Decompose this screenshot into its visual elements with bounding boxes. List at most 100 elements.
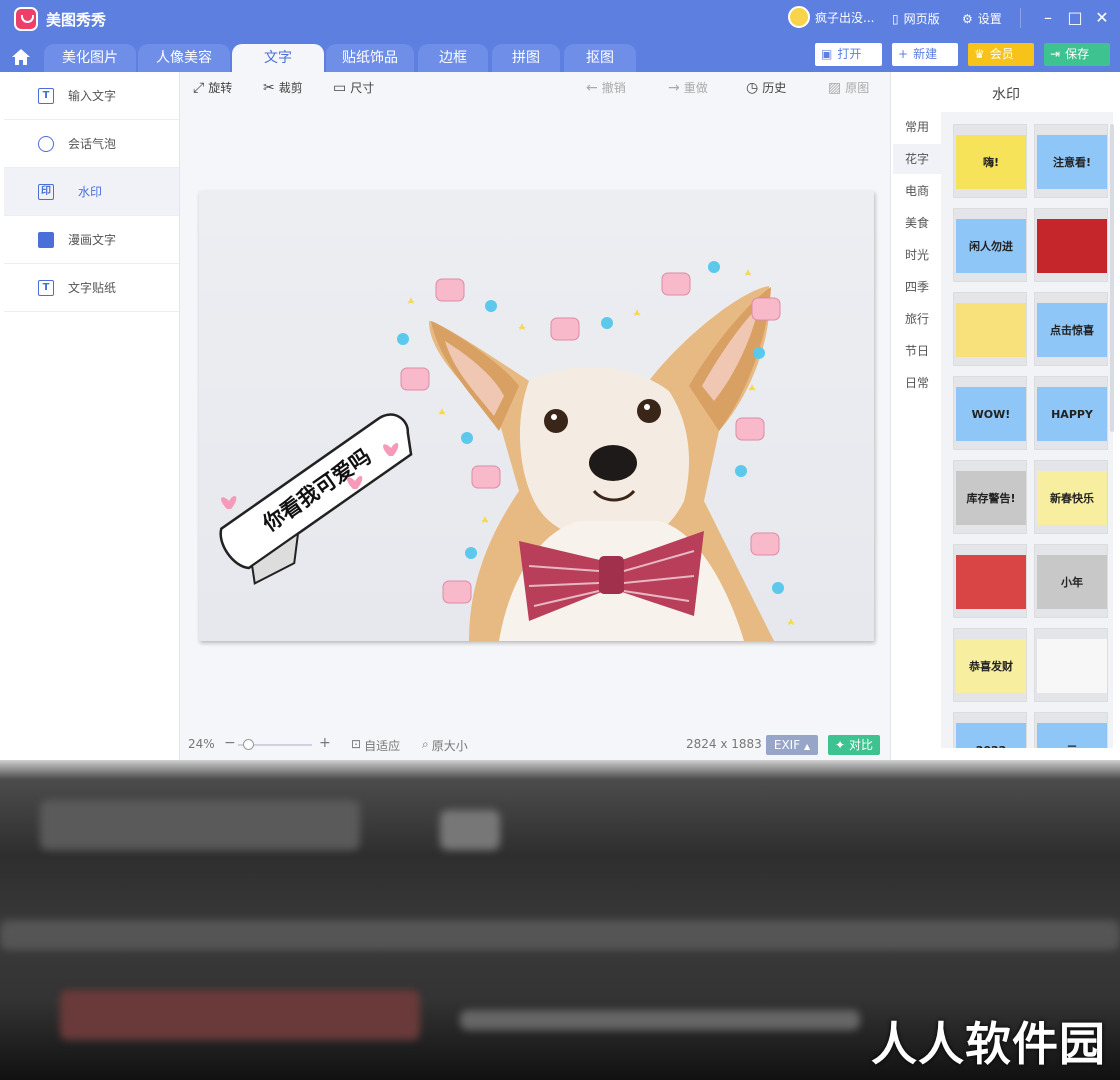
fit-button[interactable]: ⊡ 自适应 xyxy=(351,737,400,754)
watermark-thumbnail[interactable]: 元 xyxy=(1034,712,1108,748)
thumbnail-preview: 库存警告! xyxy=(956,471,1026,525)
watermark-thumbnail[interactable]: WOW! xyxy=(953,376,1027,450)
thumbnail-preview xyxy=(956,303,1026,357)
watermark-thumbnail[interactable]: HAPPY xyxy=(1034,376,1108,450)
zoom-out-icon[interactable]: − xyxy=(224,735,236,751)
app-window: 美图秀秀 疯子出没... ▯ 网页版 ⚙ 设置 – □ ✕ 美化图片 人像美容 … xyxy=(0,0,1120,760)
new-button[interactable]: + 新建 xyxy=(892,43,958,66)
zoom-slider-handle[interactable] xyxy=(243,739,254,750)
watermark-thumbnail[interactable]: 注意看! xyxy=(1034,124,1108,198)
phone-icon: ▯ xyxy=(892,11,899,26)
title-bar: 美图秀秀 疯子出没... ▯ 网页版 ⚙ 设置 – □ ✕ xyxy=(0,0,1120,38)
maximize-icon[interactable]: □ xyxy=(1067,10,1083,26)
size-button[interactable]: ▭ 尺寸 xyxy=(333,79,374,96)
category-food[interactable]: 美食 xyxy=(893,208,941,238)
sidebar-item-text-sticker[interactable]: T 文字贴纸 xyxy=(4,264,179,312)
zoom-in-icon[interactable]: + xyxy=(319,735,331,751)
export-icon: ⇥ xyxy=(1050,47,1061,61)
web-version-label: 网页版 xyxy=(903,12,940,26)
sidebar-item-label: 会话气泡 xyxy=(68,137,117,151)
sidebar-item-label: 文字贴纸 xyxy=(68,281,117,295)
app-logo-icon xyxy=(14,7,38,31)
watermark-thumbnail[interactable]: 嗨! xyxy=(953,124,1027,198)
thumbnail-preview: 元 xyxy=(1037,723,1107,748)
thumbnail-preview: WOW! xyxy=(956,387,1026,441)
actual-size-button[interactable]: ⌕ 原大小 xyxy=(422,737,468,754)
thumbnail-preview: 新春快乐 xyxy=(1037,471,1107,525)
size-label: 尺寸 xyxy=(350,81,375,95)
history-button[interactable]: ◷ 历史 xyxy=(746,79,786,96)
edited-photo[interactable]: 你看我可爱吗 xyxy=(199,191,874,641)
watermark-thumbnail[interactable]: 小年 xyxy=(1034,544,1108,618)
tab-cutout[interactable]: 抠图 xyxy=(564,44,636,72)
open-button[interactable]: ▣ 打开 xyxy=(815,43,882,66)
watermark-panel: 水印 常用 花字 电商 美食 时光 四季 旅行 节日 日常 嗨! 注意看! 闲人勿进… xyxy=(890,72,1120,760)
watermark-thumbnail[interactable] xyxy=(953,544,1027,618)
sidebar-item-input-text[interactable]: T 输入文字 xyxy=(4,72,179,120)
watermark-thumbnail[interactable] xyxy=(1034,208,1108,282)
category-time[interactable]: 时光 xyxy=(893,240,941,270)
tab-portrait[interactable]: 人像美容 xyxy=(138,44,230,72)
image-dimensions: 2824 x 1883 xyxy=(686,737,762,751)
category-common[interactable]: 常用 xyxy=(893,112,941,142)
watermark-thumbnail[interactable]: 恭喜发财 xyxy=(953,628,1027,702)
panel-title: 水印 xyxy=(992,87,1020,103)
compare-label: 对比 xyxy=(848,738,873,752)
watermark-thumbnail[interactable]: 库存警告! xyxy=(953,460,1027,534)
watermark-thumbnail[interactable]: 点击惊喜 xyxy=(1034,292,1108,366)
tab-text[interactable]: 文字 xyxy=(232,44,324,72)
category-daily[interactable]: 日常 xyxy=(893,368,941,398)
vip-button[interactable]: ♛ 会员 xyxy=(968,43,1034,66)
redo-button[interactable]: → 重做 xyxy=(668,79,708,96)
sidebar-item-watermark[interactable]: 印 水印 xyxy=(4,168,179,216)
zoom-percent: 24% xyxy=(188,737,215,751)
home-button[interactable] xyxy=(8,46,34,68)
category-travel[interactable]: 旅行 xyxy=(893,304,941,334)
tab-collage[interactable]: 拼图 xyxy=(492,44,560,72)
original-label: 原图 xyxy=(845,81,870,95)
stamp-icon: 印 xyxy=(38,183,54,200)
panel-scrollbar[interactable] xyxy=(1110,124,1114,432)
crop-label: 裁剪 xyxy=(278,81,303,95)
category-fancy-text[interactable]: 花字 xyxy=(893,144,941,174)
fit-screen-icon: ⊡ xyxy=(351,737,362,751)
watermark-thumbnail[interactable] xyxy=(953,292,1027,366)
web-version-button[interactable]: ▯ 网页版 xyxy=(892,10,940,27)
tab-beautify[interactable]: 美化图片 xyxy=(44,44,136,72)
save-button[interactable]: ⇥ 保存 xyxy=(1044,43,1110,66)
text-tools-sidebar: T 输入文字 会话气泡 印 水印 漫画文字 T 文字贴纸 xyxy=(0,72,180,760)
tab-stickers[interactable]: 贴纸饰品 xyxy=(326,44,414,72)
watermark-thumbnail[interactable]: 2022 xyxy=(953,712,1027,748)
category-holiday[interactable]: 节日 xyxy=(893,336,941,366)
sidebar-item-label: 水印 xyxy=(78,185,103,199)
crop-button[interactable]: ✂ 裁剪 xyxy=(263,79,303,96)
fit-label: 自适应 xyxy=(364,739,401,753)
rotate-label: 旋转 xyxy=(208,81,233,95)
undo-button[interactable]: ← 撤销 xyxy=(586,79,626,96)
corgi-photo-icon: 你看我可爱吗 xyxy=(219,261,795,641)
image-icon: ▣ xyxy=(821,47,833,61)
user-name: 疯子出没... xyxy=(815,10,875,25)
category-seasons[interactable]: 四季 xyxy=(893,272,941,302)
sidebar-item-comic-text[interactable]: 漫画文字 xyxy=(4,216,179,264)
close-icon[interactable]: ✕ xyxy=(1094,10,1110,26)
comic-icon xyxy=(38,231,54,248)
sidebar-item-speech-bubble[interactable]: 会话气泡 xyxy=(4,120,179,168)
tab-frames[interactable]: 边框 xyxy=(418,44,488,72)
watermark-thumbnail[interactable]: 闲人勿进 xyxy=(953,208,1027,282)
category-ecommerce[interactable]: 电商 xyxy=(893,176,941,206)
exif-button[interactable]: EXIF ▲ xyxy=(766,735,818,755)
app-title: 美图秀秀 xyxy=(46,11,107,29)
minimize-icon[interactable]: – xyxy=(1040,10,1056,26)
watermark-thumbnail[interactable]: 新春快乐 xyxy=(1034,460,1108,534)
settings-button[interactable]: ⚙ 设置 xyxy=(962,10,1002,27)
original-button[interactable]: ▨ 原图 xyxy=(828,79,869,96)
compare-button[interactable]: ✦ 对比 xyxy=(828,735,880,755)
thumbnail-preview: 点击惊喜 xyxy=(1037,303,1107,357)
user-account[interactable]: 疯子出没... xyxy=(788,6,874,28)
thumbnail-preview: 2022 xyxy=(956,723,1026,748)
exif-label: EXIF xyxy=(773,738,801,752)
redo-arrow-icon: → xyxy=(668,79,680,96)
rotate-button[interactable]: ⤢ 旋转 xyxy=(193,79,232,96)
watermark-thumbnail[interactable] xyxy=(1034,628,1108,702)
